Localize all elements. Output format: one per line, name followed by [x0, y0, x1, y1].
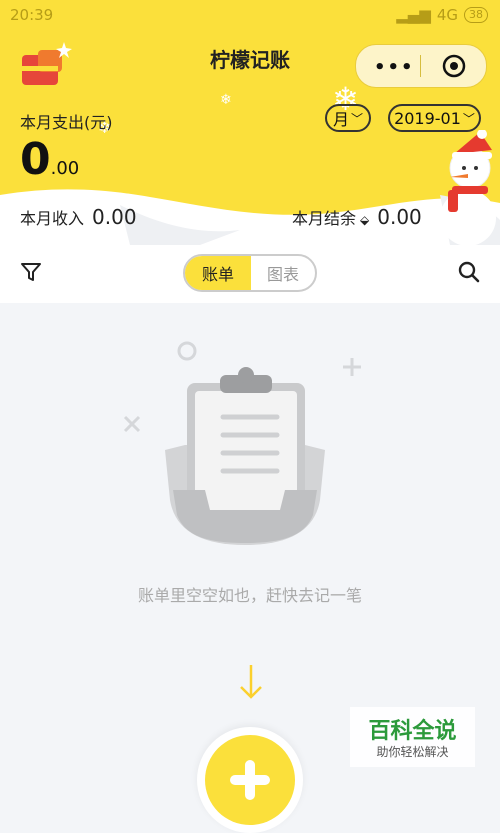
balance-value: 0.00 — [377, 205, 422, 229]
period-unit-value: 月 — [332, 110, 349, 129]
watermark-subtitle: 助你轻松解决 — [376, 745, 449, 759]
add-icon[interactable] — [205, 735, 295, 825]
battery-badge: 38 — [464, 7, 488, 23]
empty-message: 账单里空空如也，赶快去记一笔 — [137, 586, 362, 605]
signal-icon: ▂▄▆ — [396, 6, 431, 24]
chevron-down-icon: ﹀ — [462, 111, 475, 126]
income-label: 本月收入 — [20, 209, 85, 228]
network-label: 4G — [436, 6, 458, 24]
expense-label: 本月支出(元) — [20, 113, 113, 132]
mini-program-capsule: ••• — [355, 44, 487, 88]
month-balance: 本月结余 ⬙ 0.00 — [292, 205, 422, 229]
balance-label: 本月结余 — [292, 209, 357, 228]
toggle-visibility-icon[interactable]: ⬙ — [360, 213, 369, 227]
watermark-title: 百科全说 — [368, 719, 457, 744]
empty-clipboard-illustration — [123, 341, 361, 545]
period-unit-select[interactable]: 月 ﹀ — [325, 104, 371, 132]
month-value: 2019-01 — [394, 108, 461, 128]
tab-bill[interactable]: 账单 — [185, 256, 251, 290]
add-icon-bar — [245, 760, 255, 800]
target-icon[interactable] — [442, 54, 466, 78]
expense-amount: 0.00 — [20, 134, 79, 185]
filter-icon[interactable] — [20, 261, 42, 283]
expense-decimal: .00 — [50, 158, 80, 179]
more-icon[interactable]: ••• — [374, 57, 415, 78]
snowman-illustration — [440, 130, 496, 245]
search-icon[interactable] — [458, 261, 480, 283]
watermark-logo: 百科全说 助你轻松解决 — [350, 707, 475, 767]
toolbar: 账单 图表 — [0, 245, 500, 303]
snowflake-icon: ❄ — [220, 92, 232, 108]
month-income: 本月收入 0.00 — [20, 205, 137, 229]
income-value: 0.00 — [92, 205, 137, 229]
chevron-down-icon: ﹀ — [351, 111, 364, 126]
status-bar: 20:39 ▂▄▆ 4G 38 — [0, 0, 500, 32]
month-select[interactable]: 2019-01 ﹀ — [388, 104, 481, 132]
expense-int: 0 — [20, 134, 51, 185]
tab-chart[interactable]: 图表 — [251, 256, 315, 290]
view-toggle: 账单 图表 — [183, 254, 317, 292]
status-time: 20:39 — [10, 6, 54, 24]
add-record-button[interactable] — [197, 727, 303, 833]
capsule-divider — [420, 55, 421, 77]
arrow-down-icon — [240, 665, 262, 699]
